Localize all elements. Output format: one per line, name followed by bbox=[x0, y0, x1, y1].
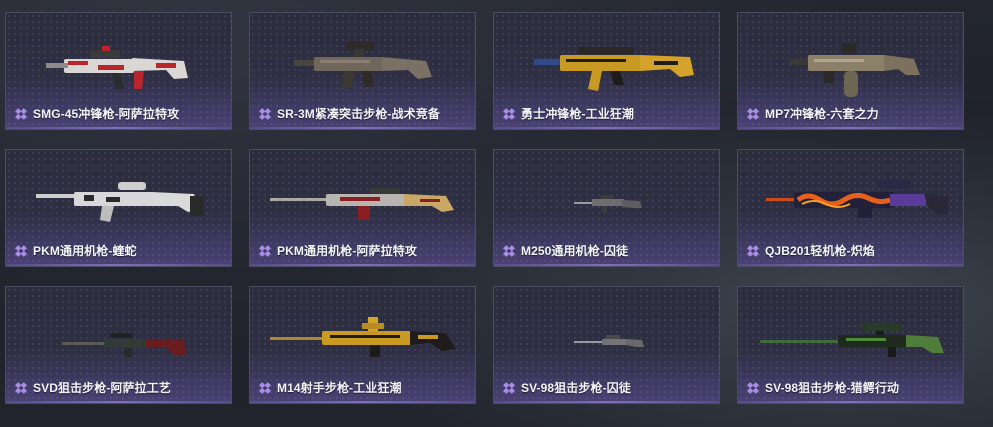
rifle-weapon-image bbox=[270, 317, 456, 357]
weapon-name: SMG-45冲锋枪-阿萨拉特攻 bbox=[33, 107, 180, 121]
weapon-card-sv98-prisoner[interactable]: SV-98狙击步枪-囚徒 bbox=[493, 286, 720, 404]
diamond-rarity-icon bbox=[503, 381, 515, 394]
smg-weapon-image bbox=[534, 47, 694, 91]
weapon-card-sv98-crocodile[interactable]: SV-98狙击步枪-猎鳄行动 bbox=[737, 286, 964, 404]
machine-gun-weapon-image bbox=[574, 195, 642, 213]
smg-weapon-image bbox=[790, 43, 920, 97]
diamond-rarity-icon bbox=[259, 381, 271, 394]
weapon-label: SVD狙击步枪-阿萨拉工艺 bbox=[15, 379, 171, 396]
diamond-rarity-icon bbox=[15, 381, 27, 394]
sniper-rifle-weapon-image bbox=[574, 335, 644, 347]
weapon-name: MP7冲锋枪-六套之力 bbox=[765, 107, 879, 121]
weapon-card-mp7[interactable]: MP7冲锋枪-六套之力 bbox=[737, 12, 964, 130]
weapon-card-smg45[interactable]: SMG-45冲锋枪-阿萨拉特攻 bbox=[5, 12, 232, 130]
diamond-rarity-icon bbox=[747, 107, 759, 120]
diamond-rarity-icon bbox=[15, 107, 27, 120]
weapon-card-m250[interactable]: M250通用机枪-囚徒 bbox=[493, 149, 720, 267]
weapon-name: 勇士冲锋枪-工业狂潮 bbox=[521, 107, 634, 121]
weapon-card-m14[interactable]: M14射手步枪-工业狂潮 bbox=[249, 286, 476, 404]
weapon-name: QJB201轻机枪-炽焰 bbox=[765, 244, 875, 258]
weapon-label: M250通用机枪-囚徒 bbox=[503, 242, 628, 259]
weapon-name: PKM通用机枪-阿萨拉特攻 bbox=[277, 244, 417, 258]
weapon-name: SVD狙击步枪-阿萨拉工艺 bbox=[33, 381, 171, 395]
weapon-label: MP7冲锋枪-六套之力 bbox=[747, 105, 879, 122]
weapon-label: SV-98狙击步枪-囚徒 bbox=[503, 379, 631, 396]
rifle-weapon-image bbox=[294, 41, 432, 89]
sniper-rifle-weapon-image bbox=[760, 323, 944, 357]
weapon-name: SV-98狙击步枪-囚徒 bbox=[521, 381, 631, 395]
weapon-card-pkm-asala[interactable]: PKM通用机枪-阿萨拉特攻 bbox=[249, 149, 476, 267]
weapon-name: M250通用机枪-囚徒 bbox=[521, 244, 629, 258]
weapon-label: SV-98狙击步枪-猎鳄行动 bbox=[747, 379, 899, 396]
weapon-label: SR-3M紧凑突击步枪-战术竞备 bbox=[259, 105, 440, 122]
weapon-card-svd[interactable]: SVD狙击步枪-阿萨拉工艺 bbox=[5, 286, 232, 404]
weapon-name: PKM通用机枪-蝰蛇 bbox=[33, 244, 137, 258]
weapon-card-qjb201[interactable]: QJB201轻机枪-炽焰 bbox=[737, 149, 964, 267]
weapon-name: M14射手步枪-工业狂潮 bbox=[277, 381, 402, 395]
weapon-card-warrior-smg[interactable]: 勇士冲锋枪-工业狂潮 bbox=[493, 12, 720, 130]
diamond-rarity-icon bbox=[503, 244, 515, 257]
diamond-rarity-icon bbox=[15, 244, 27, 257]
machine-gun-weapon-image bbox=[270, 188, 454, 220]
sniper-rifle-weapon-image bbox=[62, 333, 186, 357]
diamond-rarity-icon bbox=[503, 107, 515, 120]
weapon-skin-grid: SMG-45冲锋枪-阿萨拉特攻 SR-3M紧凑突击步枪-战术竞备 勇士冲锋枪-工… bbox=[5, 12, 964, 404]
weapon-label: 勇士冲锋枪-工业狂潮 bbox=[503, 105, 634, 122]
weapon-label: PKM通用机枪-阿萨拉特攻 bbox=[259, 242, 417, 259]
weapon-label: QJB201轻机枪-炽焰 bbox=[747, 242, 875, 259]
smg-weapon-image bbox=[46, 46, 188, 89]
weapon-name: SV-98狙击步枪-猎鳄行动 bbox=[765, 381, 900, 395]
weapon-name: SR-3M紧凑突击步枪-战术竞备 bbox=[277, 107, 440, 121]
diamond-rarity-icon bbox=[259, 244, 271, 257]
diamond-rarity-icon bbox=[259, 107, 271, 120]
machine-gun-weapon-image bbox=[36, 182, 204, 222]
diamond-rarity-icon bbox=[747, 244, 759, 257]
weapon-label: M14射手步枪-工业狂潮 bbox=[259, 379, 402, 396]
weapon-card-pkm-viper[interactable]: PKM通用机枪-蝰蛇 bbox=[5, 149, 232, 267]
weapon-label: SMG-45冲锋枪-阿萨拉特攻 bbox=[15, 105, 179, 122]
machine-gun-weapon-image bbox=[766, 180, 948, 218]
weapon-card-sr3m[interactable]: SR-3M紧凑突击步枪-战术竞备 bbox=[249, 12, 476, 130]
diamond-rarity-icon bbox=[747, 381, 759, 394]
weapon-label: PKM通用机枪-蝰蛇 bbox=[15, 242, 137, 259]
